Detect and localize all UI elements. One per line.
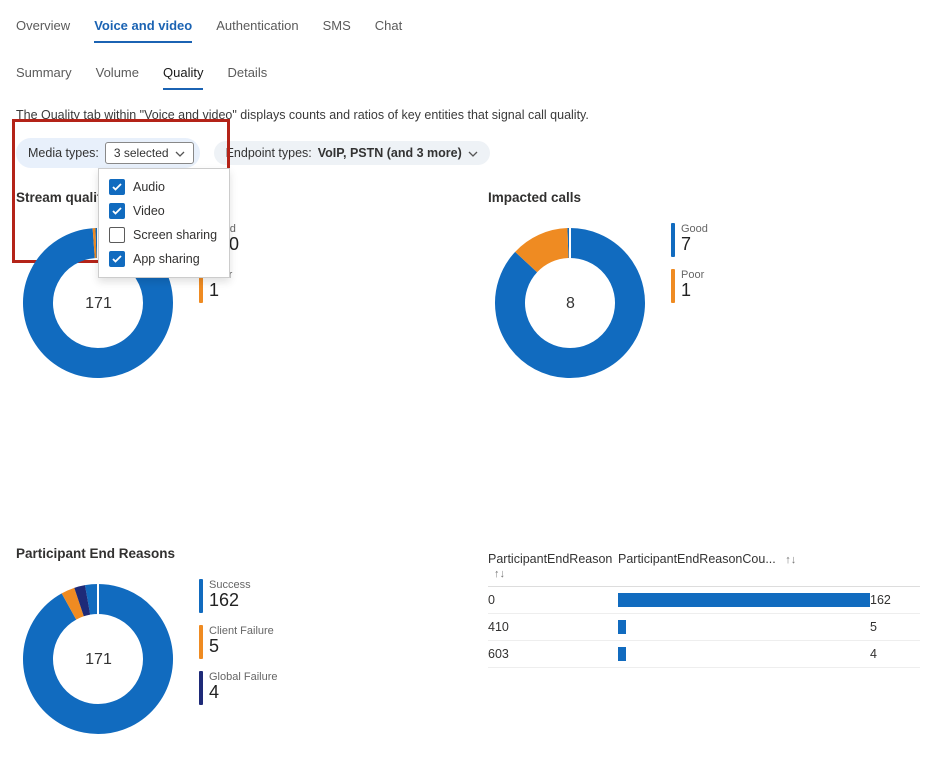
cell-bar	[618, 593, 870, 607]
tab-chat[interactable]: Chat	[375, 12, 402, 43]
col-header-reason-label: ParticipantEndReason	[488, 552, 612, 566]
endpoint-types-value: VoIP, PSTN (and 3 more)	[318, 146, 462, 160]
media-types-label: Media types:	[28, 146, 99, 160]
col-header-count[interactable]: ParticipantEndReasonCou... ↑↓	[618, 552, 920, 580]
legend-item: Client Failure5	[199, 625, 277, 659]
tab-voice-and-video[interactable]: Voice and video	[94, 12, 192, 43]
tab-overview[interactable]: Overview	[16, 12, 70, 43]
media-types-dropdown-panel: Audio Video Screen sharing App sharing	[98, 168, 230, 278]
endpoint-types-filter[interactable]: Endpoint types: VoIP, PSTN (and 3 more)	[214, 141, 490, 165]
cell-reason: 603	[488, 647, 618, 661]
subtab-quality[interactable]: Quality	[163, 61, 203, 90]
media-option-audio[interactable]: Audio	[103, 175, 225, 199]
col-header-count-label: ParticipantEndReasonCou...	[618, 552, 776, 566]
filters-row: Media types: 3 selected Endpoint types: …	[16, 138, 920, 168]
legend-value: 7	[681, 235, 708, 255]
cell-bar	[618, 647, 870, 661]
legend-value: 5	[209, 637, 274, 657]
subtab-summary[interactable]: Summary	[16, 61, 72, 90]
legend-color-icon	[199, 671, 203, 705]
legend-color-icon	[199, 579, 203, 613]
stream-quality-title: Stream quality	[16, 190, 448, 205]
table-row[interactable]: 603 4	[488, 641, 920, 668]
bar-icon	[618, 620, 626, 634]
impacted-calls-legend: Good7 Poor1	[671, 221, 708, 386]
legend-value: 1	[681, 281, 704, 301]
end-reasons-table: ParticipantEndReason ↑↓ ParticipantEndRe…	[488, 546, 920, 742]
impacted-calls-chart: 8	[488, 221, 653, 386]
cell-reason: 410	[488, 620, 618, 634]
checkbox-icon	[109, 227, 125, 243]
legend-value: 4	[209, 683, 277, 703]
media-types-dropdown[interactable]: 3 selected	[105, 142, 194, 164]
legend-item: Poor1	[671, 269, 708, 303]
end-reasons-card: Participant End Reasons 171 Success162 Cl…	[16, 546, 448, 742]
media-option-screen-sharing[interactable]: Screen sharing	[103, 223, 225, 247]
impacted-calls-total: 8	[566, 295, 575, 313]
bar-icon	[618, 593, 870, 607]
stream-quality-total: 171	[85, 295, 112, 313]
media-types-value: 3 selected	[114, 146, 169, 160]
legend-color-icon	[671, 269, 675, 303]
table-row[interactable]: 0 162	[488, 587, 920, 614]
main-tabs: Overview Voice and video Authentication SMS…	[16, 8, 920, 43]
tab-authentication[interactable]: Authentication	[216, 12, 298, 43]
legend-item: Good7	[671, 223, 708, 257]
chevron-down-icon	[175, 146, 185, 160]
media-option-video[interactable]: Video	[103, 199, 225, 223]
sort-icon: ↑↓	[785, 554, 796, 566]
media-types-filter[interactable]: Media types: 3 selected	[16, 138, 200, 168]
legend-item: Success162	[199, 579, 277, 613]
tab-sms[interactable]: SMS	[323, 12, 351, 43]
page-description: The Quality tab within "Voice and video"…	[16, 108, 920, 122]
cell-count: 4	[870, 647, 920, 661]
legend-value: 162	[209, 591, 251, 611]
media-option-label: App sharing	[133, 252, 200, 266]
legend-item: Global Failure4	[199, 671, 277, 705]
impacted-calls-title: Impacted calls	[488, 190, 920, 205]
media-option-label: Video	[133, 204, 165, 218]
end-reasons-chart: 171	[16, 577, 181, 742]
end-reasons-total: 171	[85, 651, 112, 669]
media-option-label: Screen sharing	[133, 228, 217, 242]
legend-value: 1	[209, 281, 232, 301]
sub-tabs: Summary Volume Quality Details	[16, 43, 920, 90]
table-header: ParticipantEndReason ↑↓ ParticipantEndRe…	[488, 546, 920, 587]
cell-count: 162	[870, 593, 920, 607]
checkbox-icon	[109, 179, 125, 195]
chevron-down-icon	[468, 146, 478, 160]
table-row[interactable]: 410 5	[488, 614, 920, 641]
cell-count: 5	[870, 620, 920, 634]
legend-color-icon	[671, 223, 675, 257]
stream-quality-card: Stream quality 171 Good170Poor1	[16, 190, 448, 386]
media-option-app-sharing[interactable]: App sharing	[103, 247, 225, 271]
cell-bar	[618, 620, 870, 634]
bar-icon	[618, 647, 626, 661]
checkbox-icon	[109, 251, 125, 267]
cell-reason: 0	[488, 593, 618, 607]
legend-color-icon	[199, 625, 203, 659]
subtab-details[interactable]: Details	[227, 61, 267, 90]
impacted-calls-card: Impacted calls 8 Good7 Poor1	[488, 190, 920, 386]
subtab-volume[interactable]: Volume	[96, 61, 139, 90]
sort-icon: ↑↓	[494, 568, 505, 580]
end-reasons-legend: Success162 Client Failure5 Global Failure4	[199, 577, 277, 742]
col-header-reason[interactable]: ParticipantEndReason ↑↓	[488, 552, 618, 580]
endpoint-types-label: Endpoint types:	[226, 146, 312, 160]
legend-label: Global Failure	[209, 671, 277, 683]
media-option-label: Audio	[133, 180, 165, 194]
end-reasons-title: Participant End Reasons	[16, 546, 448, 561]
checkbox-icon	[109, 203, 125, 219]
